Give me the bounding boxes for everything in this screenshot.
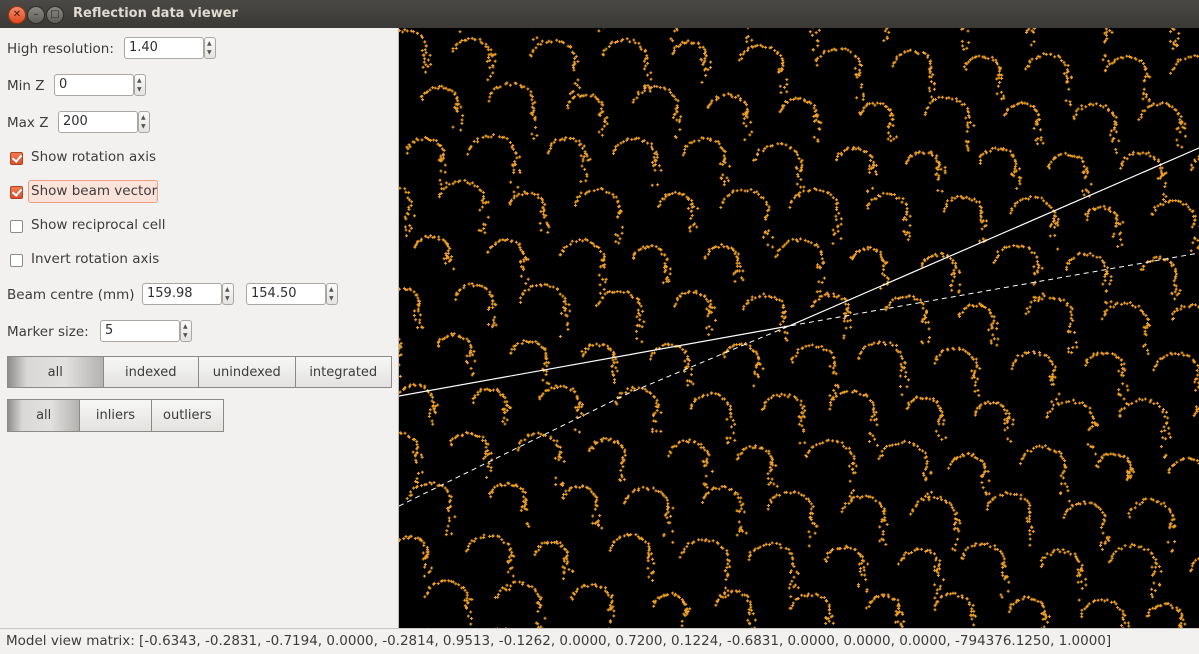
outlier-outliers-button[interactable]: outliers [151,400,223,431]
invert-rotation-axis-label[interactable]: Invert rotation axis [31,251,159,267]
spin-up-icon: ▲ [183,323,188,330]
beam-centre-y-input[interactable]: 154.50 [246,283,326,305]
reflection-spots [399,28,1199,628]
min-z-input[interactable]: 0 [54,74,134,96]
filter-unindexed-button[interactable]: unindexed [199,357,296,387]
minimize-icon: – [33,9,39,20]
spin-up-icon: ▲ [207,40,212,47]
spin-down-icon: ▼ [329,295,334,302]
show-reciprocal-cell-checkbox[interactable] [10,220,23,233]
spin-up-icon: ▲ [137,77,142,84]
filter-integrated-button[interactable]: integrated [295,357,391,387]
outlier-all-button[interactable]: all [8,400,81,431]
high-resolution-label: High resolution: [7,41,114,57]
min-z-stepper[interactable]: ▲ ▼ [134,74,146,96]
beam-centre-x-spinbox[interactable]: 159.98 ▲ ▼ [142,283,235,307]
marker-size-spinbox[interactable]: 5 ▲ ▼ [100,320,193,344]
beam-centre-x-stepper[interactable]: ▲ ▼ [222,283,234,305]
beam-centre-y-stepper[interactable]: ▲ ▼ [326,283,338,305]
spin-down-icon: ▼ [207,49,212,56]
beam-vector-line [399,252,1199,507]
high-resolution-stepper[interactable]: ▲ ▼ [204,37,216,59]
marker-size-label: Marker size: [7,324,89,340]
close-icon: ✕ [12,9,22,20]
maximize-window-button[interactable]: □ [46,6,64,24]
beam-centre-x-input[interactable]: 159.98 [142,283,222,305]
spin-down-icon: ▼ [183,332,188,339]
model-view-matrix-text: Model view matrix: [-0.6343, -0.2831, -0… [6,633,1112,649]
show-rotation-axis-label[interactable]: Show rotation axis [31,149,156,165]
settings-panel: High resolution: 1.40 ▲ ▼ Min Z 0 ▲ ▼ Ma… [0,28,399,628]
max-z-input[interactable]: 200 [58,111,138,133]
filter-indexed-button[interactable]: indexed [103,357,199,387]
outlier-inliers-button[interactable]: inliers [80,400,152,431]
close-window-button[interactable]: ✕ [8,6,26,24]
high-resolution-spinbox[interactable]: 1.40 ▲ ▼ [124,37,217,61]
min-z-spinbox[interactable]: 0 ▲ ▼ [54,74,147,98]
spin-down-icon: ▼ [141,123,146,130]
max-z-label: Max Z [7,115,49,131]
max-z-spinbox[interactable]: 200 ▲ ▼ [58,111,151,135]
spin-down-icon: ▼ [137,86,142,93]
spin-down-icon: ▼ [225,295,230,302]
reflection-markers [399,28,1199,628]
spin-up-icon: ▲ [225,286,230,293]
beam-centre-y-spinbox[interactable]: 154.50 ▲ ▼ [246,283,339,307]
marker-size-input[interactable]: 5 [100,320,180,342]
marker-size-stepper[interactable]: ▲ ▼ [180,320,192,342]
show-rotation-axis-checkbox[interactable] [10,152,23,165]
title-bar: ✕ – □ Reflection data viewer [0,0,1199,29]
minimize-window-button[interactable]: – [27,6,45,24]
maximize-icon: □ [50,9,60,20]
min-z-label: Min Z [7,78,45,94]
beam-centre-label: Beam centre (mm) [7,287,135,303]
max-z-stepper[interactable]: ▲ ▼ [138,111,150,133]
window-title: Reflection data viewer [73,6,238,21]
filter-all-button[interactable]: all [8,357,104,387]
reciprocal-lattice-viewer[interactable] [399,28,1199,628]
show-beam-vector-label[interactable]: Show beam vector [31,183,157,199]
spin-up-icon: ▲ [141,114,146,121]
status-bar: Model view matrix: [-0.6343, -0.2831, -0… [0,628,1199,654]
rotation-axis-line [399,147,1199,397]
invert-rotation-axis-checkbox[interactable] [10,254,23,267]
show-reciprocal-cell-label[interactable]: Show reciprocal cell [31,217,166,233]
high-resolution-input[interactable]: 1.40 [124,37,204,59]
outlier-filter-bar: all inliers outliers [7,399,224,432]
show-beam-vector-checkbox[interactable] [10,186,23,199]
reflection-filter-bar: all indexed unindexed integrated [7,356,392,388]
spin-up-icon: ▲ [329,286,334,293]
reflection-canvas[interactable] [399,28,1199,628]
